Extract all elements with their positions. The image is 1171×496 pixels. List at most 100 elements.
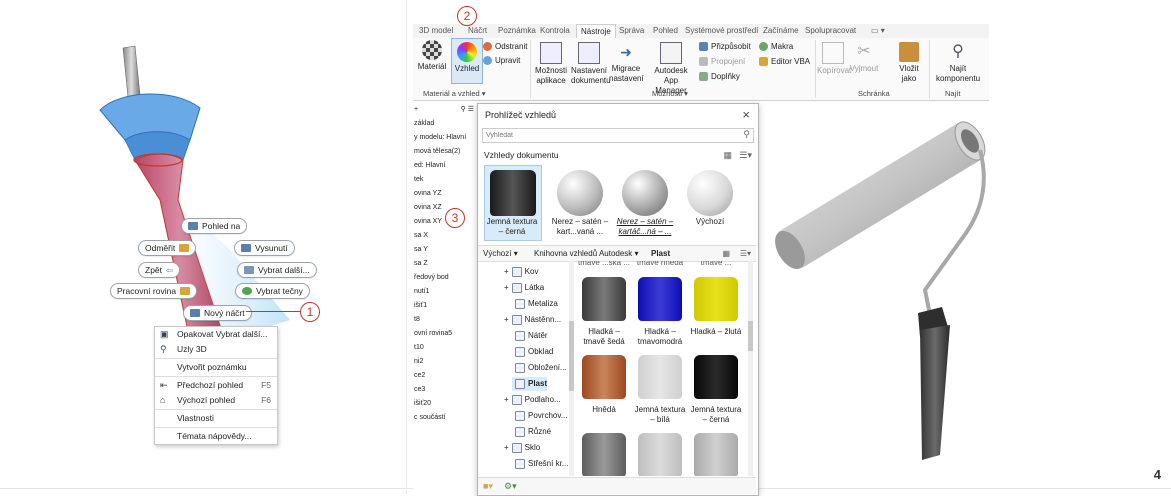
tree-item[interactable]: + Látka (504, 281, 544, 295)
app-manager-button[interactable]: Autodesk App Manager (647, 42, 695, 96)
appearance-swatch[interactable] (582, 433, 626, 476)
library-options-icon[interactable]: ⚙▾ (504, 478, 517, 494)
measure-button[interactable]: Odměřit (138, 240, 197, 256)
browser-node[interactable]: t8 (413, 313, 477, 327)
tree-scrollbar[interactable] (569, 261, 574, 476)
tree-item[interactable]: Nátěr (512, 329, 548, 343)
work-plane-button[interactable]: Pracovní rovina (110, 283, 198, 299)
browser-add-button[interactable]: + (414, 103, 418, 117)
find-component-button[interactable]: ⚲ Najít komponentu (931, 42, 985, 84)
extrude-button[interactable]: Vysunutí (234, 240, 295, 256)
vba-editor-button[interactable]: Editor VBA (759, 57, 810, 66)
browser-node[interactable]: išiť1 (413, 299, 477, 313)
doc-appearance-swatch-3[interactable] (687, 170, 733, 216)
browser-node[interactable]: tek (413, 173, 477, 187)
browser-node[interactable]: išiť20 (413, 397, 477, 411)
browser-node[interactable]: sa Z (413, 257, 477, 271)
grid-scrollbar[interactable] (748, 261, 753, 476)
filter-dropdown[interactable]: Výchozí ▾ (483, 246, 518, 261)
copy-as-button[interactable]: Kopírovat (817, 42, 851, 76)
browser-node[interactable]: sa Y (413, 243, 477, 257)
doc-settings-button[interactable]: Nastavení dokumentu (571, 42, 611, 86)
tree-item[interactable]: Různé (512, 425, 551, 439)
tab-collaborate[interactable]: Spolupracovat (805, 24, 856, 38)
library-view-icon[interactable]: ▦ (722, 246, 730, 261)
library-list-icon[interactable]: ☰▾ (740, 246, 751, 261)
adjust-appearance-button[interactable]: Upravit (483, 56, 520, 65)
tab-view[interactable]: Pohled (653, 24, 678, 38)
tree-scroll-thumb[interactable] (569, 321, 574, 391)
group-options[interactable]: Možnosti ▾ (652, 89, 688, 99)
search-input[interactable] (483, 130, 729, 141)
back-button[interactable]: Zpět ⇦ (138, 262, 181, 278)
browser-node[interactable]: t10 (413, 341, 477, 355)
appearance-swatch[interactable] (638, 433, 682, 476)
browser-node[interactable]: ed: Hlavní (413, 159, 477, 173)
clear-appearance-button[interactable]: Odstranit (483, 42, 527, 51)
tab-tools[interactable]: Nástroje (576, 24, 616, 39)
ctx-repeat-select-other[interactable]: ▣ Opakovat Vybrat další... (155, 327, 277, 342)
addins-button[interactable]: Doplňky (699, 72, 740, 81)
close-button[interactable]: × (742, 107, 750, 122)
tree-item[interactable]: + Nástěnn... (504, 313, 561, 327)
select-tangent-button[interactable]: Vybrat tečny (235, 283, 310, 299)
browser-node[interactable]: ředový bod (413, 271, 477, 285)
list-options-icon[interactable]: ☰▾ (739, 150, 752, 161)
ctx-help-topics[interactable]: Témata nápovědy... (155, 429, 277, 444)
link-button[interactable]: Propojení (699, 57, 745, 66)
browser-node[interactable]: c součástí (413, 411, 477, 425)
material-button[interactable]: Materiál (415, 40, 449, 72)
customize-button[interactable]: Přizpůsobit (699, 42, 751, 51)
appearance-swatch[interactable] (694, 277, 738, 321)
tree-item[interactable]: Metaliza (512, 297, 558, 311)
appearance-swatch[interactable] (638, 277, 682, 321)
expand-toggle[interactable]: + (504, 441, 509, 455)
tab-overflow[interactable]: ▭ ▾ (871, 24, 885, 38)
select-other-button[interactable]: Vybrat další... (237, 262, 317, 278)
tree-item[interactable]: + Podlaho... (504, 393, 561, 407)
tree-item[interactable]: Obložení... (512, 361, 567, 375)
tab-annotate[interactable]: Poznámka (498, 24, 536, 38)
ctx-create-note[interactable]: Vytvořit poznámku (155, 360, 277, 375)
browser-node[interactable]: základ (413, 117, 477, 131)
tab-inspect[interactable]: Kontrola (540, 24, 570, 38)
view-toggle-icon[interactable]: ▦ (723, 150, 732, 161)
browser-node[interactable]: nutí1 (413, 285, 477, 299)
ctx-previous-view[interactable]: ⇤ Předchozí pohled F5 (155, 378, 277, 393)
expand-toggle[interactable]: + (504, 265, 509, 279)
ctx-3d-grips[interactable]: ⚲ Uzly 3D (155, 342, 277, 357)
browser-node[interactable]: sa X (413, 229, 477, 243)
grid-scroll-thumb[interactable] (748, 321, 753, 351)
browser-node[interactable]: ovina YZ (413, 187, 477, 201)
app-options-button[interactable]: Možnosti aplikace (533, 42, 569, 86)
paint-roller-model[interactable] (770, 105, 990, 485)
ctx-properties[interactable]: Vlastnosti (155, 411, 277, 426)
migrate-settings-button[interactable]: ➜ Migrace nastavení (609, 42, 644, 84)
tab-environments[interactable]: Systémové prostředí (685, 24, 758, 38)
tab-3d-model[interactable]: 3D model (419, 24, 453, 38)
view-face-button[interactable]: Pohled na (181, 218, 248, 234)
tree-item[interactable]: Obklad (512, 345, 553, 359)
search-input-box[interactable]: ⚲ (482, 128, 754, 143)
appearance-button[interactable]: Vzhled (451, 38, 483, 84)
appearance-swatch[interactable] (694, 355, 738, 399)
browser-node[interactable]: ovní rovina5 (413, 327, 477, 341)
tree-item[interactable]: Plast (512, 377, 548, 391)
library-dropdown[interactable]: Knihovna vzhledů Autodesk ▾ (534, 246, 639, 261)
paste-as-button[interactable]: Vložit jako (893, 42, 925, 84)
appearance-swatch[interactable] (582, 355, 626, 399)
appearance-swatch[interactable] (582, 277, 626, 321)
expand-toggle[interactable]: + (504, 281, 509, 295)
doc-appearance-swatch-1[interactable] (557, 170, 603, 216)
ctx-home-view[interactable]: ⌂ Výchozí pohled F6 (155, 393, 277, 408)
tab-sketch[interactable]: Náčrt (468, 24, 487, 38)
new-sketch-button[interactable]: Nový náčrt (183, 305, 252, 321)
browser-node[interactable]: mová tělesa(2) (413, 145, 477, 159)
tree-item[interactable]: Povrchov... (512, 409, 567, 423)
browser-node[interactable]: ce2 (413, 369, 477, 383)
browser-node[interactable]: y modelu: Hlavní (413, 131, 477, 145)
expand-toggle[interactable]: + (504, 393, 509, 407)
browser-node[interactable]: ce3 (413, 383, 477, 397)
tab-manage[interactable]: Správa (619, 24, 644, 38)
expand-toggle[interactable]: + (504, 313, 509, 327)
